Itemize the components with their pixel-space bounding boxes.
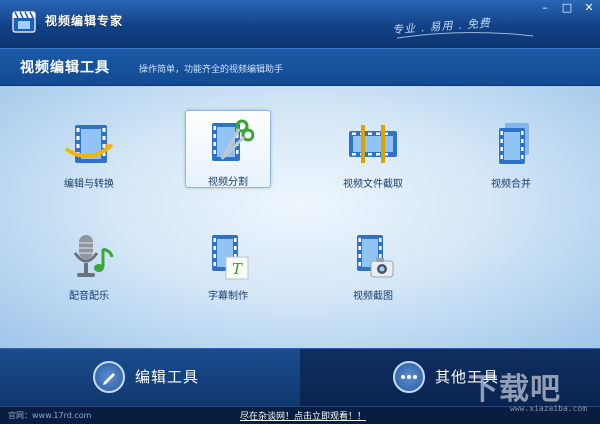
tool-label: 视频合并: [491, 179, 531, 190]
watermark-url: www.xiazaiba.com: [510, 404, 588, 413]
tool-merge[interactable]: 视频合并: [468, 112, 554, 190]
microphone-music-icon: [73, 235, 114, 277]
section-header: 视频编辑工具 操作简单，功能齐全的视频编辑助手: [0, 48, 600, 86]
film-clip-icon: [349, 125, 397, 163]
tool-clip[interactable]: 视频文件截取: [330, 112, 416, 190]
tool-label: 编辑与转换: [64, 179, 114, 190]
title-bar[interactable]: 视频编辑专家 专业 . 易用 . 免费 – □ ✕: [0, 0, 600, 48]
film-merge-icon: [499, 123, 529, 164]
more-dots-icon: [393, 361, 425, 393]
tab-label: 编辑工具: [135, 368, 200, 386]
slogan-swoosh: [396, 31, 534, 39]
tool-label: 配音配乐: [69, 291, 109, 302]
svg-text:T: T: [232, 260, 243, 278]
tool-subtitle[interactable]: T 字幕制作: [185, 224, 271, 302]
tool-label: 字幕制作: [208, 291, 248, 302]
pen-icon: [93, 361, 125, 393]
tool-screenshot[interactable]: 视频截图: [330, 224, 416, 302]
film-subtitle-icon: T: [212, 235, 249, 280]
tool-label: 视频分割: [208, 177, 248, 188]
app-logo-icon: [12, 11, 36, 33]
tool-grid: 编辑与转换 视频分割 视频文件截取 视频合并 配音配乐 T 字幕制作 视频截图: [0, 86, 600, 348]
film-camera-icon: [357, 235, 394, 278]
tool-label: 视频截图: [353, 291, 393, 302]
section-subtitle: 操作简单，功能齐全的视频编辑助手: [139, 65, 284, 75]
app-title: 视频编辑专家: [45, 14, 124, 28]
maximize-button[interactable]: □: [556, 0, 578, 16]
film-scissors-icon: [212, 119, 254, 161]
film-convert-icon: [64, 125, 114, 163]
close-button[interactable]: ✕: [578, 0, 600, 16]
watermark: 下载吧: [468, 372, 561, 407]
section-title: 视频编辑工具: [20, 60, 110, 76]
app-window: 视频编辑专家 专业 . 易用 . 免费 – □ ✕ 视频编辑工具 操作简单，功能…: [0, 0, 600, 424]
tool-dub-music[interactable]: 配音配乐: [46, 224, 132, 302]
tool-split[interactable]: 视频分割: [185, 110, 271, 188]
minimize-button[interactable]: –: [534, 0, 556, 16]
site-url: 官网：www.17rd.com: [8, 411, 92, 420]
tool-label: 视频文件截取: [343, 179, 403, 190]
tab-edit-tools[interactable]: 编辑工具: [0, 349, 300, 407]
tool-edit-convert[interactable]: 编辑与转换: [46, 112, 132, 190]
promo-link[interactable]: 尽在杂谈网！点击立即观看！！: [240, 409, 366, 422]
